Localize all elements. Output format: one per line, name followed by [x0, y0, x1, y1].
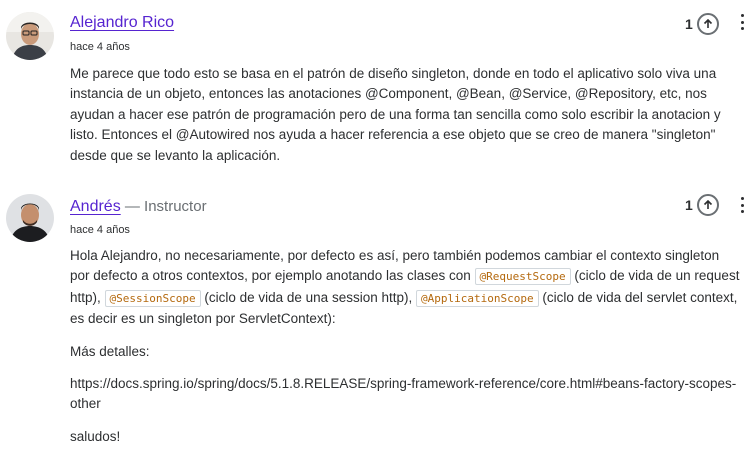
author-line: Andrés — Instructor	[70, 198, 207, 216]
author-line: Alejandro Rico	[70, 14, 174, 32]
upvote-icon[interactable]	[696, 194, 719, 216]
author-link[interactable]: Andrés	[70, 198, 121, 215]
comment-body: Hola Alejandro, no necesariamente, por d…	[70, 246, 742, 459]
code-request-scope: @RequestScope	[474, 268, 571, 286]
text-segment: (ciclo de vida de una session http),	[200, 289, 416, 305]
instructor-label: — Instructor	[120, 198, 207, 215]
code-session-scope: @SessionScope	[104, 289, 201, 307]
sign-off: saludos!	[70, 428, 121, 444]
avatar[interactable]	[6, 194, 54, 242]
docs-link-text: https://docs.spring.io/spring/docs/5.1.8…	[70, 376, 737, 412]
vote-count: 1	[685, 197, 693, 213]
vote-group: 1	[685, 194, 719, 216]
vote-count: 1	[685, 16, 693, 32]
comment-paragraph: Hola Alejandro, no necesariamente, por d…	[70, 246, 742, 330]
author-link[interactable]: Alejandro Rico	[70, 14, 174, 31]
upvote-icon[interactable]	[696, 13, 719, 35]
more-options-icon[interactable]	[739, 14, 745, 30]
avatar[interactable]	[6, 12, 54, 60]
more-options-icon[interactable]	[739, 197, 745, 213]
comment-timestamp: hace 4 años	[70, 224, 130, 236]
vote-group: 1	[685, 13, 719, 35]
comment-timestamp: hace 4 años	[70, 41, 130, 53]
comment-body: Me parece que todo esto se basa en el pa…	[70, 64, 742, 178]
code-application-scope: @ApplicationScope	[415, 289, 539, 307]
comment-paragraph: Me parece que todo esto se basa en el pa…	[70, 66, 721, 163]
details-label: Más detalles:	[70, 343, 150, 359]
